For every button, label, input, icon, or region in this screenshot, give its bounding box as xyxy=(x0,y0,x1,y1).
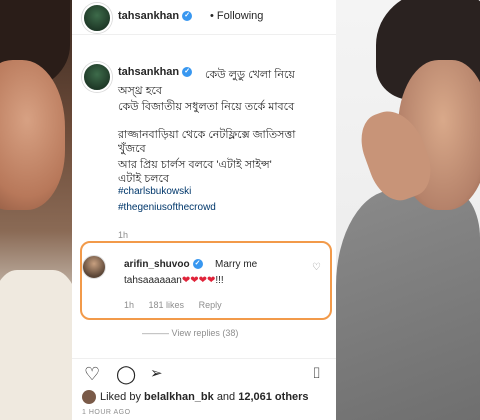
liker-avatar xyxy=(82,390,96,404)
hashtag-link[interactable]: #charlsbukowski xyxy=(118,186,191,197)
instagram-post: tahsankhan ✓ • Following tahsankhan ✓ কেউ … xyxy=(72,0,336,420)
post-header: tahsankhan ✓ • Following xyxy=(72,0,336,35)
comment-likes[interactable]: 181 likes xyxy=(149,300,185,310)
left-photo-face xyxy=(0,60,65,210)
caption-username[interactable]: tahsankhan ✓ xyxy=(118,66,193,78)
heart-emojis: ❤❤❤❤ xyxy=(181,275,216,286)
comment-like-icon[interactable]: ♡ xyxy=(312,262,321,273)
author-avatar[interactable] xyxy=(82,3,112,33)
post-actions: ♡ ◯ ➢ ⌷ xyxy=(72,358,336,389)
caption-username-text[interactable]: tahsankhan xyxy=(118,66,179,78)
verified-icon: ✓ xyxy=(182,67,193,78)
comment-line-2: tahsaaaaaan❤❤❤❤!!! xyxy=(124,275,224,286)
liker-username[interactable]: belalkhan_bk xyxy=(144,391,214,403)
right-photo-shirt xyxy=(336,190,480,420)
caption-line-1: কেউ লুডু খেলা নিয়ে xyxy=(205,69,295,81)
comment-line-2-prefix: tahsaaaaaan xyxy=(124,275,182,286)
comment-text: Marry me xyxy=(215,259,258,270)
likes-summary: Liked by belalkhan_bk and 12,061 others xyxy=(82,390,332,404)
left-photo-shirt xyxy=(0,270,72,420)
reply-button[interactable]: Reply xyxy=(199,300,222,310)
author-username-text[interactable]: tahsankhan xyxy=(118,10,179,22)
caption-line-3: কেউ বিজাতীয় সধুলতা নিয়ে তর্কে মাববে xyxy=(118,101,295,113)
likes-middle: and xyxy=(216,390,236,403)
left-photo xyxy=(0,0,72,420)
likes-prefix: Liked by xyxy=(100,390,141,403)
follow-status-text[interactable]: Following xyxy=(217,10,263,22)
comment-time: 1h xyxy=(124,300,135,310)
bookmark-icon[interactable]: ⌷ xyxy=(312,365,321,383)
author-username[interactable]: tahsankhan ✓ xyxy=(118,10,193,22)
commenter-username-text[interactable]: arifin_shuvoo xyxy=(124,259,190,270)
heart-icon[interactable]: ♡ xyxy=(84,365,100,383)
caption-time: 1h xyxy=(118,230,129,240)
verified-icon: ✓ xyxy=(182,11,193,22)
comment-meta: 1h 181 likes Reply xyxy=(124,300,234,310)
comment-line-2-suffix: !!! xyxy=(215,275,224,286)
post-time-ago: 1 HOUR AGO xyxy=(82,409,131,416)
commenter-username[interactable]: arifin_shuvoo ✓ xyxy=(124,259,203,270)
right-photo xyxy=(336,0,480,420)
verified-icon: ✓ xyxy=(192,259,203,270)
caption-avatar[interactable] xyxy=(82,62,112,92)
view-replies-link[interactable]: ——— View replies (38) xyxy=(142,328,238,338)
view-replies-text[interactable]: View replies (38) xyxy=(172,328,239,338)
follow-status[interactable]: • Following xyxy=(210,10,263,22)
likes-others[interactable]: 12,061 others xyxy=(238,391,308,403)
comment-icon[interactable]: ◯ xyxy=(116,365,136,383)
hashtag-link[interactable]: #thegeniusofthecrowd xyxy=(118,202,216,213)
commenter-avatar[interactable] xyxy=(82,255,106,279)
share-icon[interactable]: ➢ xyxy=(150,365,163,383)
